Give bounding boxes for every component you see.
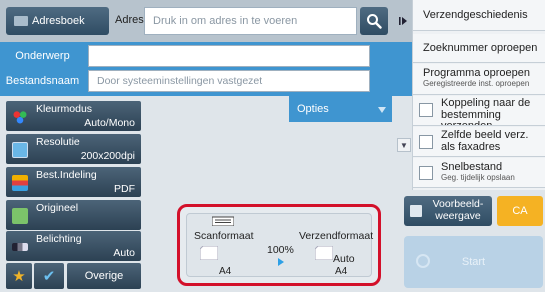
exposure-button[interactable]: Belichting Auto xyxy=(6,231,141,261)
same-image-item[interactable]: Zelfde beeld verz. als faxadres xyxy=(413,127,545,157)
subject-label: Onderwerp xyxy=(15,50,70,62)
check-button[interactable]: ✔ xyxy=(34,263,64,289)
original-button[interactable]: Origineel xyxy=(6,200,141,230)
recall-search-label: Zoeknummer oproepen xyxy=(423,42,538,54)
preview-label: Voorbeeld-weergave xyxy=(432,198,484,222)
same-image-checkbox[interactable] xyxy=(419,135,433,149)
original-label: Origineel xyxy=(36,202,79,214)
ratio-value: 100% xyxy=(267,244,294,256)
scan-size-panel[interactable]: Scanformaat Verzendformaat 100% Auto A4 … xyxy=(177,204,381,286)
color-mode-label: Kleurmodus xyxy=(36,103,93,115)
start-icon xyxy=(416,254,430,268)
chevron-right-icon xyxy=(399,17,407,25)
filename-field[interactable]: Door systeeminstellingen vastgezet xyxy=(88,70,370,92)
send-history-label: Verzendgeschiedenis xyxy=(423,9,528,21)
start-label: Start xyxy=(461,256,486,268)
triangle-down-icon xyxy=(378,107,386,113)
search-icon xyxy=(367,14,382,29)
start-button[interactable]: Start xyxy=(404,236,543,288)
color-mode-value: Auto/Mono xyxy=(84,117,135,129)
link-destination-checkbox[interactable] xyxy=(419,103,433,117)
clear-all-button[interactable]: CA xyxy=(497,196,543,226)
file-format-label: Best.Indeling xyxy=(36,169,97,181)
send-mode-value: Auto xyxy=(333,253,355,265)
address-book-icon xyxy=(14,16,28,26)
resolution-value: 200x200dpi xyxy=(80,150,135,162)
link-destination-item[interactable]: Koppeling naar de bestemming verzenden xyxy=(413,96,545,126)
file-format-value: PDF xyxy=(114,183,135,195)
quick-file-checkbox[interactable] xyxy=(419,166,433,180)
preview-icon xyxy=(410,205,422,217)
scan-paper-icon xyxy=(200,246,218,260)
options-tab[interactable]: Opties xyxy=(289,96,392,122)
scan-paper-size: A4 xyxy=(219,266,232,277)
checkmark-icon: ✔ xyxy=(42,268,56,285)
resolution-icon xyxy=(12,142,28,158)
recall-program-item[interactable]: Programma oproepen Geregistreerde inst. … xyxy=(413,64,545,95)
resolution-button[interactable]: Resolutie 200x200dpi xyxy=(6,134,141,164)
filename-label: Bestandsnaam xyxy=(5,75,80,87)
send-history-item[interactable]: Verzendgeschiedenis xyxy=(413,0,545,31)
recall-search-item[interactable]: Zoeknummer oproepen xyxy=(413,34,545,63)
sidebar-toggle-button[interactable] xyxy=(394,7,412,35)
send-paper-size: A4 xyxy=(335,266,348,277)
link-destination-label: Koppeling naar de bestemming verzenden xyxy=(441,97,531,125)
resolution-label: Resolutie xyxy=(36,136,80,148)
star-icon: ★ xyxy=(12,268,26,285)
quick-file-sub: Geg. tijdelijk opslaan xyxy=(441,173,515,182)
paper-stack-icon xyxy=(212,216,234,226)
other-button[interactable]: Overige xyxy=(67,263,141,289)
file-format-button[interactable]: Best.Indeling PDF xyxy=(6,167,141,197)
address-book-button[interactable]: Adresboek xyxy=(6,7,109,35)
scan-size-label: Scanformaat xyxy=(194,230,254,242)
arrow-right-icon xyxy=(278,258,284,266)
triangle-down-icon: ▼ xyxy=(400,140,408,150)
address-input[interactable]: Druk in om adres in te voeren xyxy=(144,7,357,35)
address-book-label: Adresboek xyxy=(32,15,85,27)
options-label: Opties xyxy=(297,103,329,115)
favorites-button[interactable]: ★ xyxy=(6,263,32,289)
right-sidebar: Verzendgeschiedenis Zoeknummer oproepen … xyxy=(412,0,545,190)
quick-file-label: Snelbestand xyxy=(441,161,503,173)
exposure-icon xyxy=(12,243,28,251)
scan-size-inner: Scanformaat Verzendformaat 100% Auto A4 … xyxy=(186,213,374,277)
recall-program-sub: Geregistreerde inst. oproepen xyxy=(423,79,530,88)
quick-file-item[interactable]: Snelbestand Geg. tijdelijk opslaan xyxy=(413,158,545,188)
send-paper-icon xyxy=(315,246,333,260)
color-mode-icon xyxy=(12,109,28,125)
exposure-label: Belichting xyxy=(36,233,82,245)
recall-program-label: Programma oproepen xyxy=(423,67,531,79)
search-button[interactable] xyxy=(360,7,388,35)
address-label: Adres xyxy=(115,14,144,26)
scroll-down-button[interactable]: ▼ xyxy=(397,138,411,152)
exposure-value: Auto xyxy=(113,247,135,259)
subject-field[interactable] xyxy=(88,45,370,67)
preview-button[interactable]: Voorbeeld-weergave xyxy=(404,196,492,226)
same-image-label: Zelfde beeld verz. als faxadres xyxy=(441,129,529,153)
send-size-label: Verzendformaat xyxy=(299,230,374,242)
file-format-icon xyxy=(12,175,28,191)
color-mode-button[interactable]: Kleurmodus Auto/Mono xyxy=(6,101,141,131)
destination-form: Onderwerp Bestandsnaam Door systeeminste… xyxy=(0,42,412,96)
original-icon xyxy=(12,208,28,224)
